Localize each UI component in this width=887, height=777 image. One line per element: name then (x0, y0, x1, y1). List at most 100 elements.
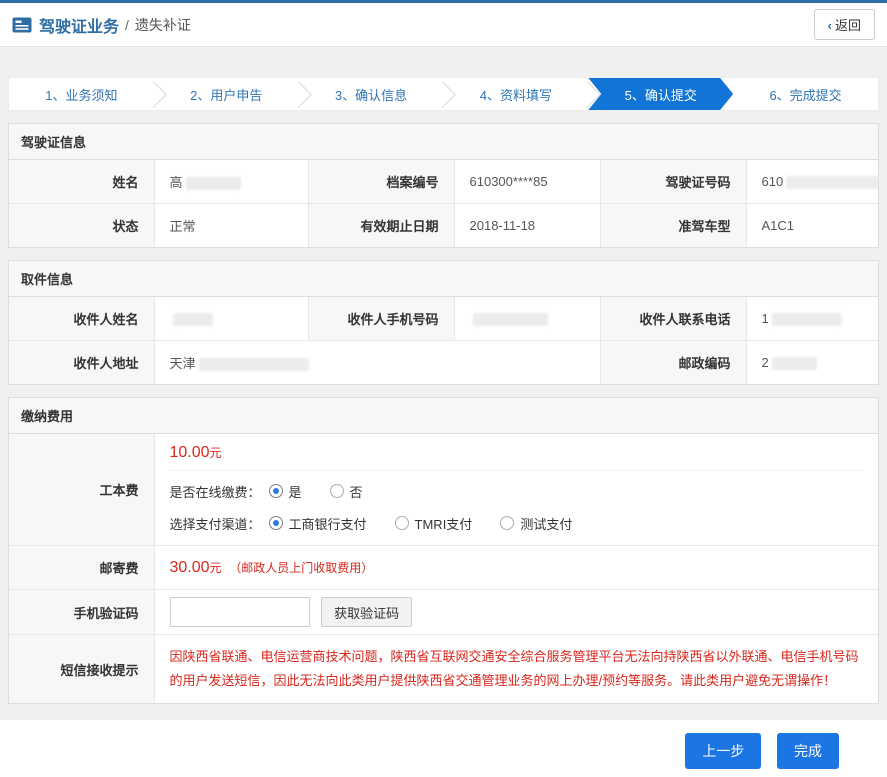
recipient-address-label: 收件人地址 (9, 341, 154, 385)
fees-table: 工本费 10.00元 是否在线缴费： 是 否 选择支付渠道： 工商银行支付 TM… (9, 434, 878, 703)
postage-note: （邮政人员上门收取费用） (229, 561, 373, 575)
step-4-fill-data[interactable]: 4、资料填写 (443, 78, 588, 110)
postage-fee-amount: 30.00元 (170, 559, 222, 576)
status-value: 正常 (154, 204, 308, 248)
recipient-name-label: 收件人姓名 (9, 297, 154, 341)
sms-tip-label: 短信接收提示 (9, 635, 154, 704)
redacted-text (173, 313, 213, 326)
redacted-text (786, 176, 878, 189)
pickup-info-title: 取件信息 (9, 261, 878, 297)
online-pay-label: 是否在线缴费： (170, 482, 261, 501)
radio-option-label: 是 (289, 482, 302, 501)
step-label: 1、业务须知 (45, 85, 117, 104)
license-business-icon (12, 17, 32, 33)
previous-step-button[interactable]: 上一步 (685, 733, 761, 769)
step-5-confirm-submit[interactable]: 5、确认提交 (588, 78, 733, 110)
step-1-business-notice[interactable]: 1、业务须知 (9, 78, 154, 110)
channel-tmri-option[interactable]: TMRI支付 (395, 514, 473, 533)
sms-tip-content: 因陕西省联通、电信运营商技术问题，陕西省互联网交通安全综合服务管理平台无法向持陕… (154, 635, 878, 704)
status-label: 状态 (9, 204, 154, 248)
captcha-input[interactable] (170, 597, 310, 627)
pay-channel-label: 选择支付渠道： (170, 514, 261, 533)
table-row: 邮寄费 30.00元 （邮政人员上门收取费用） (9, 546, 878, 590)
pay-channel-row: 选择支付渠道： 工商银行支付 TMRI支付 测试支付 (170, 511, 864, 535)
table-row: 短信接收提示 因陕西省联通、电信运营商技术问题，陕西省互联网交通安全综合服务管理… (9, 635, 878, 704)
finish-button[interactable]: 完成 (777, 733, 839, 769)
back-chevron-icon: ‹ (828, 18, 832, 33)
file-no-value: 610300****85 (454, 160, 600, 204)
file-no-label: 档案编号 (308, 160, 454, 204)
redacted-text (473, 313, 548, 326)
header: 驾驶证业务 / 遗失补证 ‹返回 (0, 3, 887, 47)
redacted-text (199, 358, 309, 371)
radio-option-label: TMRI支付 (415, 514, 473, 533)
step-label: 5、确认提交 (625, 85, 697, 104)
radio-checked-icon[interactable] (269, 484, 283, 498)
online-pay-no-option[interactable]: 否 (330, 482, 363, 501)
step-label: 3、确认信息 (335, 85, 407, 104)
currency-unit: 元 (210, 561, 222, 575)
license-info-section: 驾驶证信息 姓名 高 档案编号 610300****85 驾驶证号码 610 状… (8, 123, 879, 248)
back-button-label: 返回 (835, 18, 861, 33)
expiry-label: 有效期止日期 (308, 204, 454, 248)
pickup-info-table: 收件人姓名 收件人手机号码 收件人联系电话 1 收件人地址 天津 邮政编码 2 (9, 297, 878, 384)
step-6-complete-submit[interactable]: 6、完成提交 (733, 78, 878, 110)
recipient-mobile-value (454, 297, 600, 341)
step-3-confirm-info[interactable]: 3、确认信息 (299, 78, 444, 110)
pickup-info-section: 取件信息 收件人姓名 收件人手机号码 收件人联系电话 1 收件人地址 天津 邮政… (8, 260, 879, 385)
get-captcha-button[interactable]: 获取验证码 (321, 597, 412, 627)
table-row: 工本费 10.00元 是否在线缴费： 是 否 选择支付渠道： 工商银行支付 TM… (9, 434, 878, 546)
expiry-value: 2018-11-18 (454, 204, 600, 248)
redacted-text (772, 313, 842, 326)
radio-checked-icon[interactable] (269, 516, 283, 530)
breadcrumb-current: 遗失补证 (135, 15, 191, 35)
breadcrumb-separator: / (125, 17, 129, 33)
zip-code-label: 邮政编码 (600, 341, 746, 385)
radio-option-label: 测试支付 (520, 514, 572, 533)
step-label: 6、完成提交 (769, 85, 841, 104)
table-row: 收件人地址 天津 邮政编码 2 (9, 341, 878, 385)
table-row: 姓名 高 档案编号 610300****85 驾驶证号码 610 (9, 160, 878, 204)
table-row: 收件人姓名 收件人手机号码 收件人联系电话 1 (9, 297, 878, 341)
zip-code-value: 2 (746, 341, 878, 385)
name-value: 高 (154, 160, 308, 204)
recipient-phone-label: 收件人联系电话 (600, 297, 746, 341)
redacted-text (186, 177, 241, 190)
vehicle-class-label: 准驾车型 (600, 204, 746, 248)
step-label: 4、资料填写 (480, 85, 552, 104)
channel-icbc-option[interactable]: 工商银行支付 (269, 514, 367, 533)
redacted-text (772, 357, 817, 370)
radio-option-label: 否 (350, 482, 363, 501)
postage-fee-content: 30.00元 （邮政人员上门收取费用） (154, 546, 878, 590)
license-info-title: 驾驶证信息 (9, 124, 878, 160)
step-2-user-declaration[interactable]: 2、用户申告 (154, 78, 299, 110)
table-row: 手机验证码 获取验证码 (9, 590, 878, 635)
cost-fee-content: 10.00元 是否在线缴费： 是 否 选择支付渠道： 工商银行支付 TMRI支付… (154, 434, 878, 546)
radio-unchecked-icon[interactable] (330, 484, 344, 498)
back-button[interactable]: ‹返回 (814, 9, 875, 40)
step-label: 2、用户申告 (190, 85, 262, 104)
footer-actions: 上一步 完成 (0, 720, 887, 777)
step-nav: 1、业务须知 2、用户申告 3、确认信息 4、资料填写 5、确认提交 6、完成提… (8, 77, 879, 111)
cost-fee-amount: 10.00元 (170, 444, 864, 471)
captcha-content: 获取验证码 (154, 590, 878, 635)
breadcrumb: 驾驶证业务 / 遗失补证 (12, 13, 191, 37)
captcha-label: 手机验证码 (9, 590, 154, 635)
license-info-table: 姓名 高 档案编号 610300****85 驾驶证号码 610 状态 正常 有… (9, 160, 878, 247)
radio-unchecked-icon[interactable] (395, 516, 409, 530)
recipient-name-value (154, 297, 308, 341)
fees-section: 缴纳费用 工本费 10.00元 是否在线缴费： 是 否 选择支付渠道： 工商银行… (8, 397, 879, 704)
recipient-address-value: 天津 (154, 341, 600, 385)
postage-fee-label: 邮寄费 (9, 546, 154, 590)
currency-unit: 元 (210, 446, 222, 460)
table-row: 状态 正常 有效期止日期 2018-11-18 准驾车型 A1C1 (9, 204, 878, 248)
cost-fee-label: 工本费 (9, 434, 154, 546)
online-pay-yes-option[interactable]: 是 (269, 482, 302, 501)
radio-unchecked-icon[interactable] (500, 516, 514, 530)
recipient-mobile-label: 收件人手机号码 (308, 297, 454, 341)
online-pay-row: 是否在线缴费： 是 否 (170, 479, 864, 503)
channel-test-option[interactable]: 测试支付 (500, 514, 572, 533)
license-no-label: 驾驶证号码 (600, 160, 746, 204)
sms-tip-text: 因陕西省联通、电信运营商技术问题，陕西省互联网交通安全综合服务管理平台无法向持陕… (170, 645, 864, 693)
page-title: 驾驶证业务 (39, 13, 119, 37)
